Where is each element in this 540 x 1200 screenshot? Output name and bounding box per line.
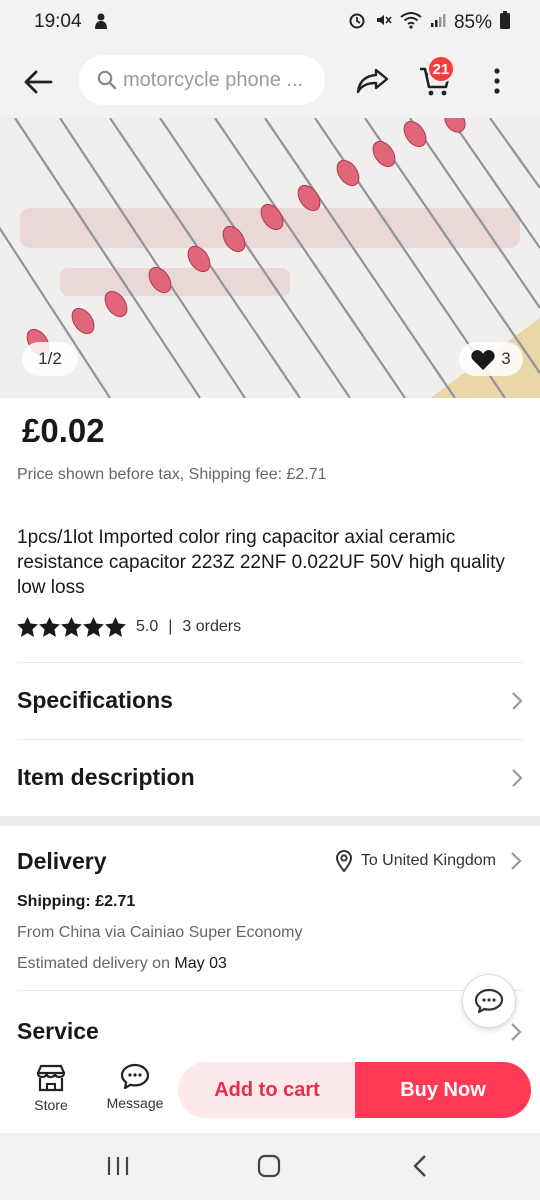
delivery-section: Delivery To United Kingdom Shipping: £2.… — [0, 826, 540, 1062]
more-options-button[interactable] — [480, 60, 514, 102]
chat-bubble-icon — [474, 988, 504, 1014]
estimated-delivery-date: May 03 — [174, 955, 227, 972]
chat-support-button[interactable] — [462, 974, 516, 1028]
shipping-origin: From China via Cainiao Super Economy — [17, 924, 303, 941]
signal-icon — [430, 12, 446, 34]
store-label: Store — [34, 1097, 68, 1113]
message-button[interactable]: Message — [100, 1063, 170, 1111]
star-icon — [105, 617, 126, 637]
star-icon — [17, 617, 38, 637]
product-rating[interactable]: 5.0 | 3 orders — [17, 617, 241, 637]
rating-value: 5.0 — [136, 618, 159, 635]
chevron-right-icon — [512, 691, 523, 710]
recent-apps-icon — [107, 1157, 129, 1175]
price-tax-note: Price shown before tax, Shipping fee: £2… — [17, 466, 327, 483]
rating-separator: | — [168, 618, 173, 635]
clock: 19:04 — [34, 11, 82, 32]
heart-icon — [471, 349, 495, 370]
estimated-delivery-label: Estimated delivery on — [17, 955, 170, 972]
order-count: 3 orders — [182, 618, 242, 635]
shipping-label: Shipping: — [17, 893, 91, 910]
chevron-right-icon — [512, 768, 523, 787]
product-price: £0.02 — [22, 412, 105, 449]
search-placeholder: motorcycle phone ... — [123, 68, 304, 91]
search-input[interactable]: motorcycle phone ... — [79, 55, 325, 105]
store-button[interactable]: Store — [16, 1063, 86, 1113]
wishlist-count: 3 — [501, 349, 511, 368]
search-icon — [97, 70, 117, 90]
estimated-delivery: Estimated delivery on May 03 — [17, 955, 227, 973]
mute-icon — [374, 11, 392, 35]
star-icon — [39, 617, 60, 637]
message-label: Message — [106, 1095, 164, 1111]
recent-apps-button[interactable] — [98, 1151, 138, 1181]
wifi-icon — [400, 11, 422, 35]
share-button[interactable] — [352, 60, 394, 102]
delivery-heading: Delivery — [17, 848, 107, 874]
back-chevron-icon — [413, 1155, 426, 1177]
battery-level: 85% — [453, 12, 492, 33]
share-icon — [356, 68, 389, 94]
home-icon — [257, 1154, 281, 1178]
delivery-destination[interactable]: To United Kingdom — [335, 850, 522, 872]
back-nav-button[interactable] — [400, 1151, 440, 1181]
star-icon — [83, 617, 104, 637]
chevron-right-icon — [511, 1023, 522, 1041]
wishlist-button[interactable]: 3 — [459, 342, 523, 376]
item-description-label: Item description — [17, 764, 195, 790]
product-title: 1pcs/1lot Imported color ring capacitor … — [17, 527, 505, 598]
bottom-action-bar: Store Message Add to cart Buy Now — [0, 1055, 540, 1133]
section-divider — [0, 816, 540, 826]
location-pin-icon — [335, 850, 352, 872]
top-bar: motorcycle phone ... 21 — [0, 44, 540, 118]
arrow-left-icon — [24, 70, 53, 94]
status-icons: 85% — [348, 11, 510, 35]
store-icon — [36, 1064, 66, 1092]
message-icon — [120, 1063, 150, 1090]
shipping-cost: Shipping: £2.71 — [17, 893, 135, 911]
system-navigation-bar — [0, 1133, 540, 1200]
add-to-cart-button[interactable]: Add to cart — [178, 1062, 356, 1118]
cart-count-badge: 21 — [427, 55, 455, 83]
home-button[interactable] — [249, 1151, 289, 1181]
star-icon — [61, 617, 82, 637]
destination-label: To United Kingdom — [360, 852, 496, 869]
product-details: £0.02 Price shown before tax, Shipping f… — [0, 398, 540, 816]
item-description-row[interactable]: Item description — [17, 739, 523, 815]
shipping-value: £2.71 — [95, 893, 136, 910]
alarm-icon — [348, 11, 366, 35]
rating-stars — [17, 617, 126, 637]
specifications-label: Specifications — [17, 687, 173, 713]
buy-now-button[interactable]: Buy Now — [355, 1062, 531, 1118]
specifications-row[interactable]: Specifications — [17, 662, 523, 738]
more-vertical-icon — [494, 68, 500, 94]
notification-icon — [93, 12, 109, 36]
battery-icon — [500, 11, 510, 35]
image-pager-indicator: 1/2 — [22, 342, 78, 376]
chevron-right-icon — [511, 852, 522, 870]
divider — [17, 990, 523, 991]
status-bar: 19:04 85% — [0, 0, 540, 44]
back-button[interactable] — [18, 62, 58, 102]
service-heading[interactable]: Service — [17, 1018, 99, 1045]
